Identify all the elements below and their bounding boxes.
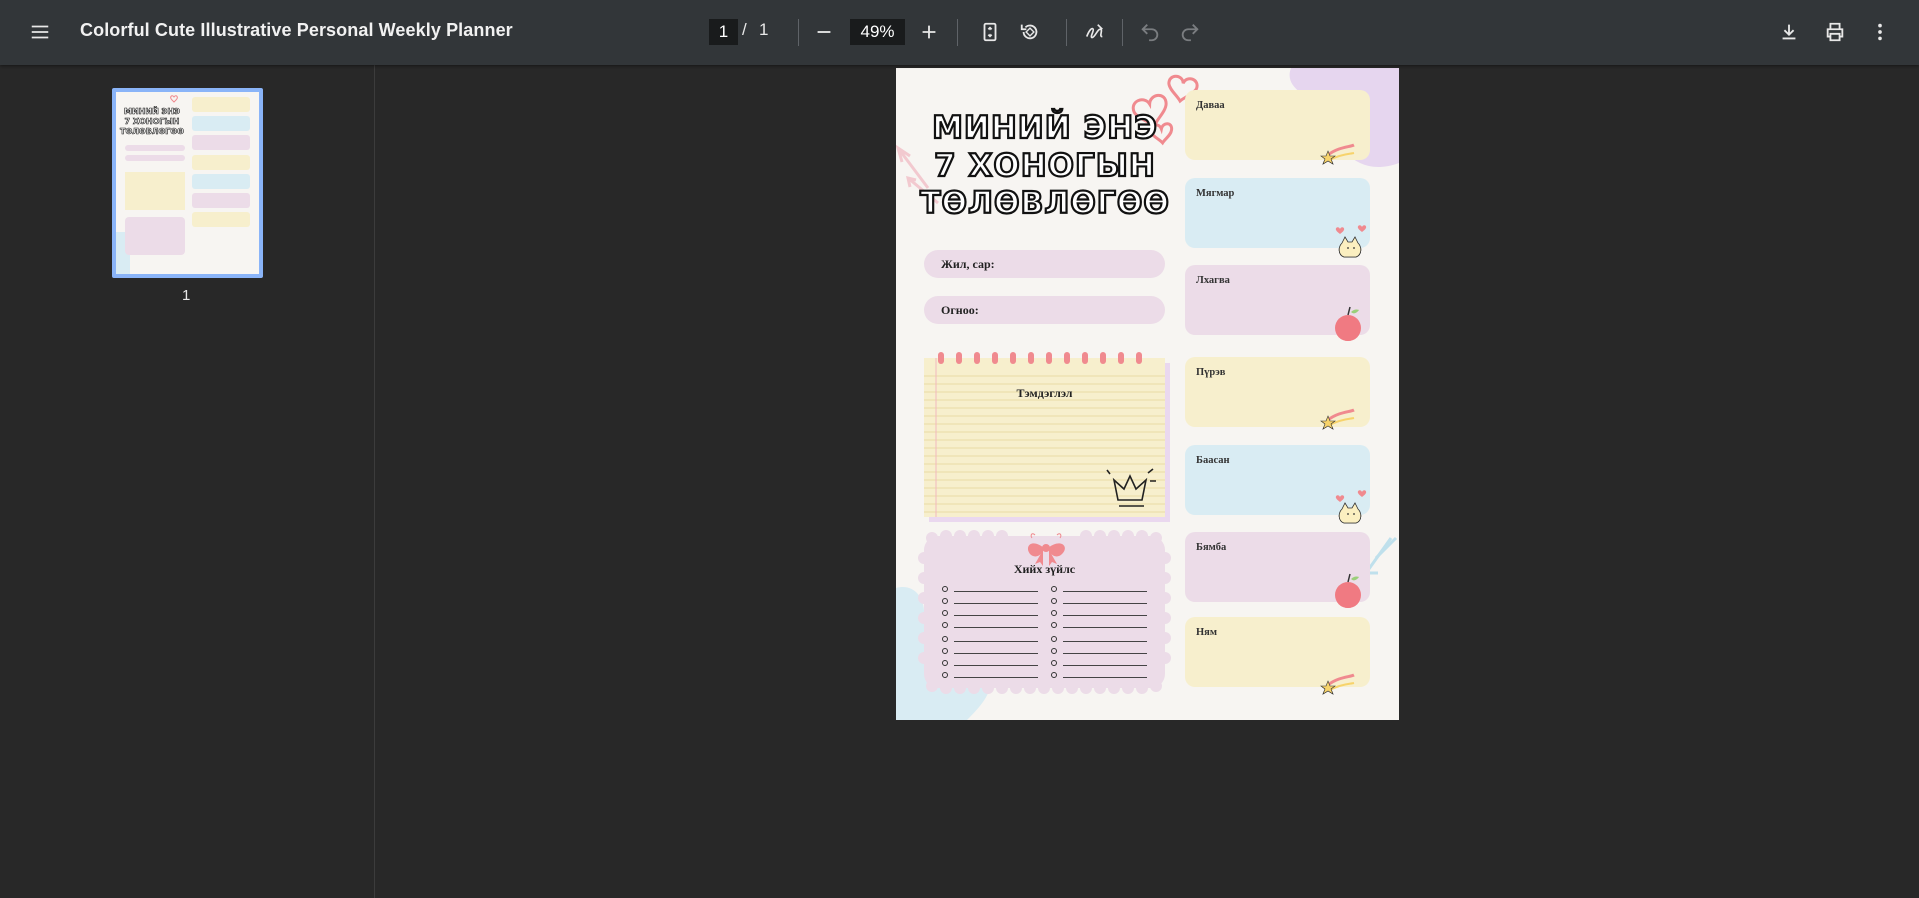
- redo-button[interactable]: [1172, 14, 1208, 50]
- arrows-decoration-icon: [1364, 536, 1398, 575]
- rotate-icon: [1020, 24, 1038, 40]
- day-card-tuesday: Мягмар: [1185, 178, 1370, 248]
- pdf-toolbar: Colorful Cute Illustrative Personal Week…: [0, 0, 1919, 65]
- day-label: Даваа: [1196, 100, 1225, 111]
- day-card-wednesday: Лхагва: [1185, 265, 1370, 335]
- day-label: Мягмар: [1196, 188, 1235, 199]
- zoom-level-input[interactable]: 49%: [850, 19, 905, 45]
- minus-icon: [817, 31, 831, 33]
- download-icon: [1782, 24, 1796, 40]
- print-button[interactable]: [1817, 14, 1853, 50]
- date-field: Огноо:: [924, 296, 1165, 324]
- day-label: Баасан: [1196, 455, 1230, 466]
- svg-text:МИНИЙ ЭНЭ: МИНИЙ ЭНЭ: [124, 105, 180, 116]
- document-title: Colorful Cute Illustrative Personal Week…: [80, 20, 513, 40]
- day-card-saturday: Бямба: [1185, 532, 1370, 602]
- year-month-field: Жил, сар:: [924, 250, 1165, 278]
- thumbnail-page-number: 1: [182, 287, 191, 304]
- day-label: Ням: [1196, 627, 1217, 638]
- undo-button[interactable]: [1132, 14, 1168, 50]
- day-card-friday: Баасан: [1185, 445, 1370, 515]
- more-actions-button[interactable]: [1862, 14, 1898, 50]
- day-card-thursday: Пүрэв: [1185, 357, 1370, 427]
- day-card-sunday: Ням: [1185, 617, 1370, 687]
- zoom-out-button[interactable]: [806, 14, 842, 50]
- redo-icon: [1181, 24, 1199, 42]
- annotate-button[interactable]: [1077, 14, 1113, 50]
- page-separator: /: [742, 20, 747, 39]
- svg-text:7 ХОНОГЫН: 7 ХОНОГЫН: [125, 117, 180, 126]
- day-card-monday: Даваа: [1185, 90, 1370, 160]
- page-number-input[interactable]: 1: [709, 19, 738, 45]
- download-button[interactable]: [1771, 14, 1807, 50]
- toolbar-divider: [957, 19, 958, 46]
- planner-title-line: ТӨЛӨВЛӨГӨӨ: [919, 185, 1170, 222]
- svg-text:ТӨЛӨВЛӨГӨӨ: ТӨЛӨВЛӨГӨӨ: [120, 127, 184, 136]
- thumbnail-preview-image: МИНИЙ ЭНЭ 7 ХОНОГЫН ТӨЛӨВЛӨГӨӨ: [116, 92, 259, 274]
- planner-title-line: МИНИЙ ЭНЭ: [931, 109, 1158, 147]
- more-vert-icon: [1878, 23, 1882, 41]
- print-icon: [1826, 22, 1844, 42]
- planner-title-line: 7 ХОНОГЫН: [933, 147, 1156, 185]
- day-label: Лхагва: [1196, 275, 1230, 286]
- toolbar-divider: [1122, 19, 1123, 46]
- toolbar-divider: [1066, 19, 1067, 46]
- notes-title: Тэмдэглэл: [1016, 386, 1073, 400]
- toolbar-divider: [798, 19, 799, 46]
- undo-icon: [1141, 24, 1159, 42]
- fit-page-icon: [983, 22, 997, 42]
- fit-to-page-button[interactable]: [972, 14, 1008, 50]
- menu-button[interactable]: [22, 14, 58, 50]
- hamburger-menu-icon: [31, 25, 49, 39]
- page-total: 1: [759, 20, 769, 39]
- zoom-in-button[interactable]: [911, 14, 947, 50]
- page-thumbnail[interactable]: МИНИЙ ЭНЭ 7 ХОНОГЫН ТӨЛӨВЛӨГӨӨ: [112, 88, 263, 278]
- plus-icon: [922, 25, 936, 39]
- annotate-pen-icon: [1085, 24, 1103, 39]
- day-label: Бямба: [1196, 542, 1227, 553]
- pdf-page: МИНИЙ ЭНЭ 7 ХОНОГЫН ТӨЛӨВЛӨГӨӨ Жил, сар:…: [896, 68, 1399, 720]
- day-label: Пүрэв: [1196, 367, 1226, 378]
- rotate-button[interactable]: [1012, 14, 1048, 50]
- todo-title: Хийх зүйлс: [1013, 562, 1076, 576]
